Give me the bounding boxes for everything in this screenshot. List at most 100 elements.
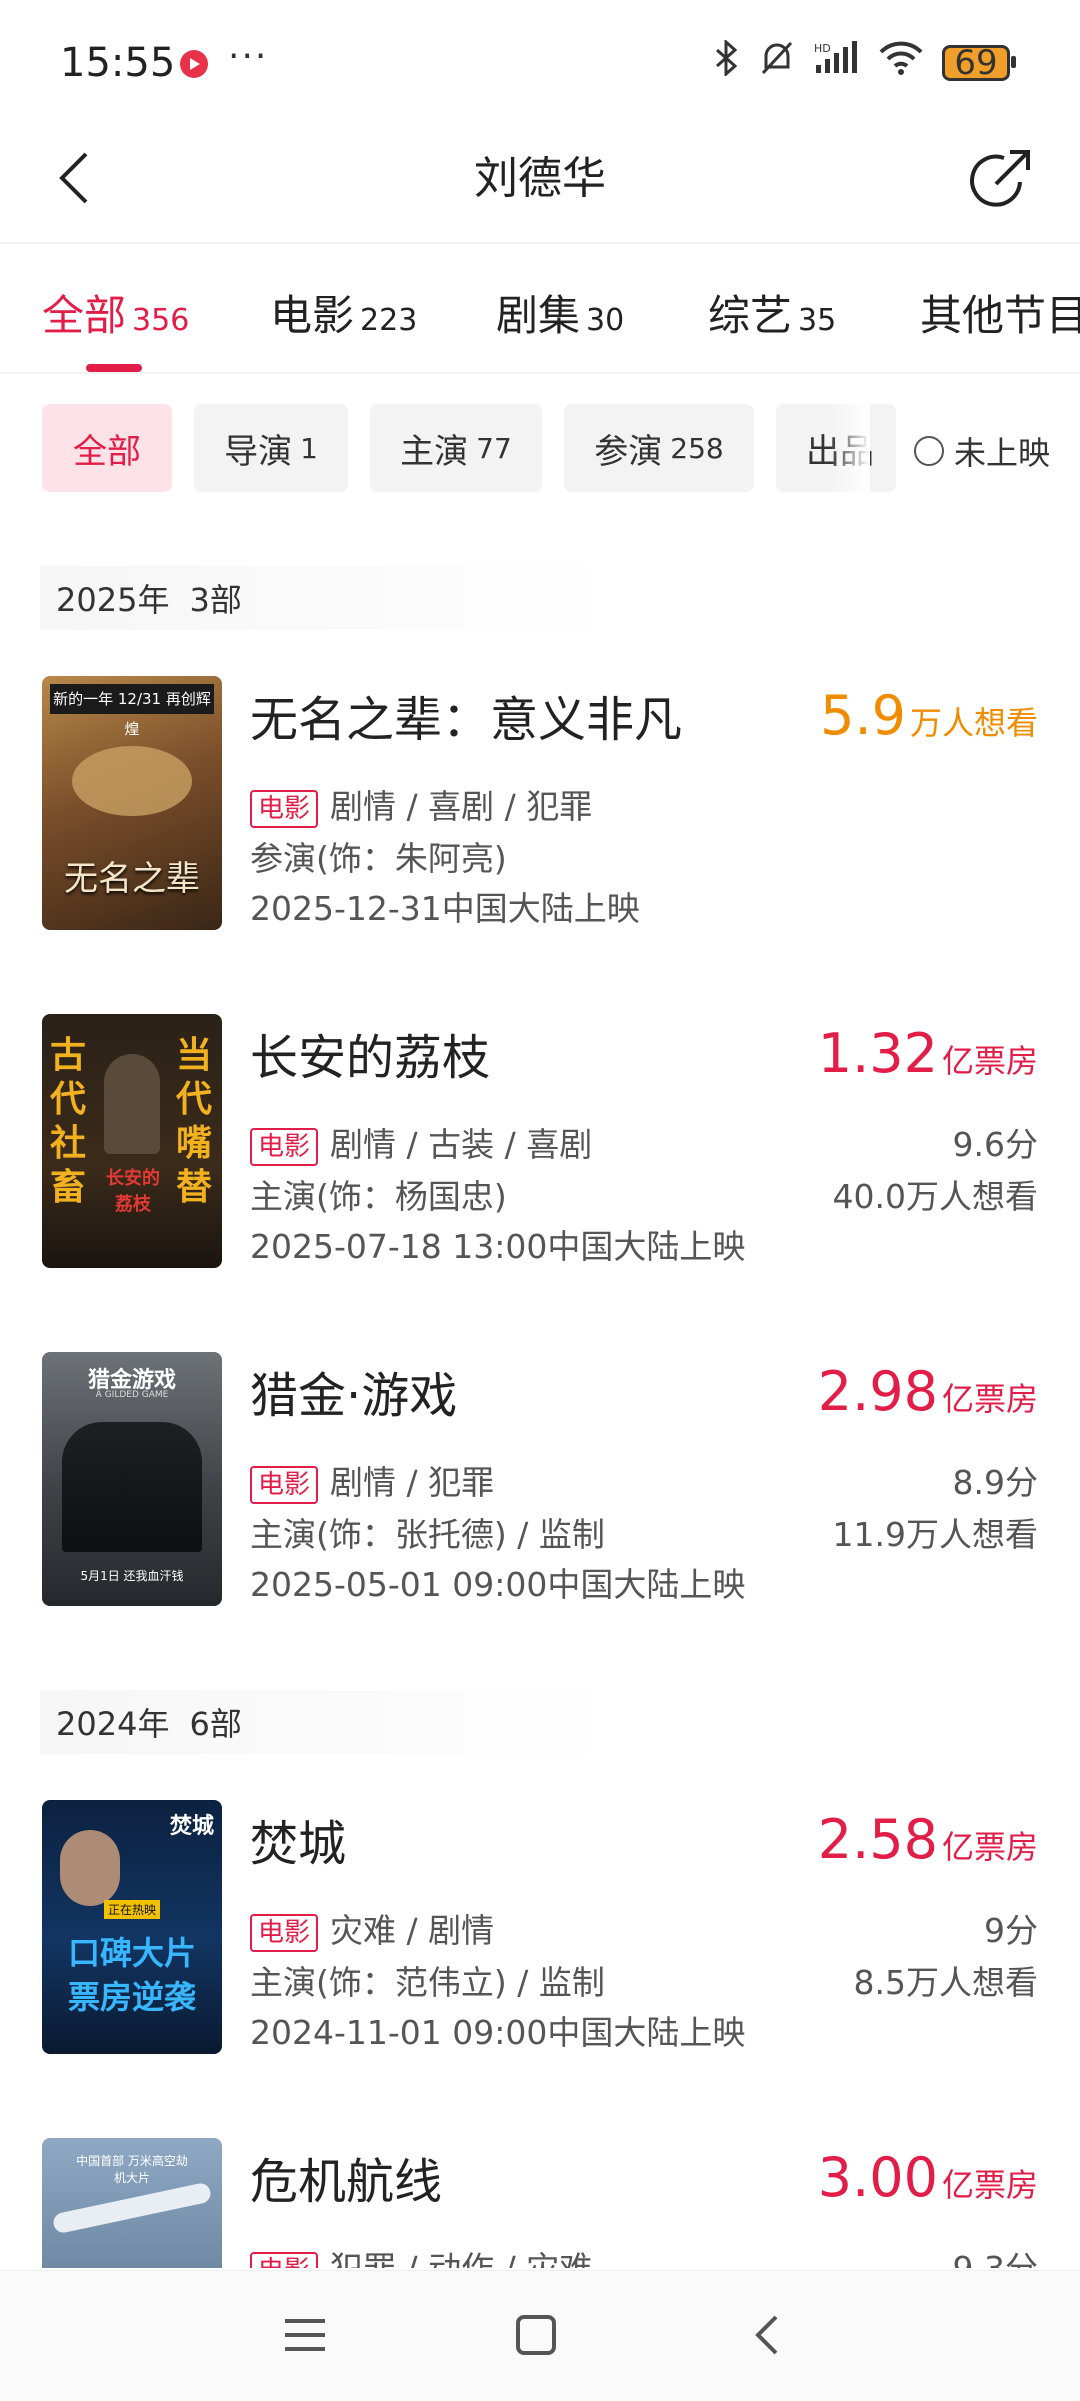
movie-genres-row: 电影 剧情 / 喜剧 / 犯罪 [250,780,592,828]
system-nav-bar [0,2270,1080,2401]
radio-icon [914,436,944,466]
battery-level: 69 [954,42,998,83]
box-office: 2.98 亿票房 [818,1360,1038,1423]
filter-all[interactable]: 全部 [42,404,172,492]
wifi-icon [878,40,924,85]
box-office-number: 3.00 [817,2146,938,2209]
year-header-2024: 2024年 6部 [40,1690,616,1754]
want-count: 5.9 万人想看 [820,684,1038,747]
movie-item[interactable]: 猎金游戏 A GILDED GAME 5月1日 还我血汗钱 猎金·游戏 2.98… [0,1352,1080,1612]
movie-want: 8.5万人想看 [853,1963,1038,2002]
box-office-unit: 亿票房 [941,2166,1038,2204]
movie-score: 8.9分 [952,1463,1038,1502]
home-icon[interactable] [506,2305,566,2365]
movie-poster[interactable]: 焚城 正在热映 口碑大片 票房逆袭 [42,1800,222,2054]
poster-tagline: 新的一年 12/31 再创辉煌 [50,684,214,738]
movie-item[interactable]: 新的一年 12/31 再创辉煌 无名之辈 无名之辈：意义非凡 5.9 万人想看 电… [0,676,1080,936]
movie-genres: 剧情 / 古装 / 喜剧 [330,1125,593,1164]
menu-icon[interactable] [275,2305,335,2365]
want-unit: 万人想看 [909,704,1038,742]
movie-item[interactable]: 中国首部 万米高空劫机大片 危机航线 3.00亿票房 电影犯罪 / 动作 / 灾… [0,2138,1080,2268]
movie-score: 9.3分 [953,2242,1038,2268]
tab-series[interactable]: 剧集 30 [496,282,624,343]
share-icon[interactable] [966,144,1036,214]
movie-item[interactable]: 古代社畜 当代嘴替 长安的荔枝 长安的荔枝 1.32 亿票房 电影 剧情 / 古装 … [0,1014,1080,1274]
tab-count: 223 [360,303,418,338]
poster-tagline: 中国首部 万米高空劫机大片 [76,2154,188,2185]
movie-genres: 犯罪 / 动作 / 灾难 [330,2249,592,2268]
filter-count: 258 [670,431,724,465]
box-office-unit: 亿票房 [941,1828,1038,1866]
movie-genres: 剧情 / 喜剧 / 犯罪 [330,787,593,826]
filter-director[interactable]: 导演 1 [194,404,348,492]
movie-poster[interactable]: 新的一年 12/31 再创辉煌 无名之辈 [42,676,222,930]
filter-count: 77 [476,431,512,465]
box-office: 3.00 亿票房 [818,2146,1038,2209]
battery-icon: 69 [942,42,1016,83]
poster-date: 5月1日 还我血汗钱 [80,1569,184,1583]
movie-poster[interactable]: 古代社畜 当代嘴替 长安的荔枝 [42,1014,222,1268]
year-header-2025: 2025年 3部 [40,566,616,630]
filter-lead[interactable]: 主演 77 [370,404,542,492]
filter-support[interactable]: 参演 258 [564,404,754,492]
bluetooth-icon [714,38,740,85]
movie-release: 2025-12-31中国大陆上映 [250,889,640,928]
box-office-number: 1.32 [817,1022,938,1085]
tab-label: 全部 [42,291,127,340]
box-office: 2.58 亿票房 [818,1808,1038,1871]
status-time: 15:55 [60,40,176,86]
tab-count: 35 [798,303,837,338]
filter-label: 导演 [224,431,293,472]
movie-poster[interactable]: 猎金游戏 A GILDED GAME 5月1日 还我血汗钱 [42,1352,222,1606]
movie-title: 猎金·游戏 [250,1368,458,1424]
poster-left-text: 古代社畜 [50,1035,87,1208]
year-label: 2025年 [56,581,170,619]
movie-release: 2025-07-18 13:00中国大陆上映 [250,1227,746,1266]
movie-genres: 剧情 / 犯罪 [330,1463,495,1502]
type-tag: 电影 [250,1127,319,1166]
tab-all[interactable]: 全部 356 [42,282,189,343]
movie-genres-row: 电影 剧情 / 古装 / 喜剧 [250,1118,592,1166]
movie-role: 主演(饰：杨国忠) [250,1177,507,1216]
movie-genres: 灾难 / 剧情 [330,1911,495,1950]
category-tabs: 全部 356 电影 223 剧集 30 综艺 35 其他节目 [0,244,1080,374]
movie-poster[interactable]: 中国首部 万米高空劫机大片 [42,2138,222,2268]
movie-role: 主演(饰：张托德) / 监制 [250,1515,605,1554]
tab-label: 剧集 [496,291,581,340]
movie-title: 长安的荔枝 [250,1030,491,1086]
filter-label: 参演 [594,431,663,472]
tab-movies[interactable]: 电影 223 [270,282,417,343]
poster-figure [104,1054,160,1154]
year-label: 2024年 [56,1705,170,1743]
signal-icon: HD [814,41,860,84]
filter-fade-overlay [830,404,870,492]
poster-subtitle: A GILDED GAME [95,1390,169,1400]
unreleased-toggle[interactable]: 未上映 [910,428,1051,474]
movie-title: 焚城 [250,1816,347,1872]
type-tag: 电影 [250,1913,319,1952]
tab-label: 其他节目 [920,291,1080,340]
tab-count: 30 [586,303,625,338]
more-notifications-icon: ··· [228,36,269,77]
active-tab-indicator [86,364,142,372]
poster-figure-group [62,1422,202,1552]
tab-variety[interactable]: 综艺 35 [708,282,836,343]
back-icon[interactable] [738,2305,798,2365]
filter-label: 全部 [73,431,141,472]
movie-score: 9.6分 [952,1125,1038,1164]
tab-label: 综艺 [708,291,793,340]
box-office: 1.32 亿票房 [818,1022,1038,1085]
status-bar: 15:55 ··· HD 69 [0,0,1080,120]
movie-genres-row: 电影犯罪 / 动作 / 灾难 [250,2242,592,2268]
poster-figure [60,1830,120,1906]
tab-count: 356 [132,303,190,338]
movie-genres-row: 电影 剧情 / 犯罪 [250,1456,494,1504]
want-number: 5.9 [820,684,906,747]
movie-want: 40.0万人想看 [832,1177,1038,1216]
movie-title: 无名之辈：意义非凡 [250,692,683,748]
movie-release: 2025-05-01 09:00中国大陆上映 [250,1565,746,1604]
movie-role: 参演(饰：朱阿亮) [250,839,507,878]
tab-other[interactable]: 其他节目 [920,282,1080,343]
movie-item[interactable]: 焚城 正在热映 口碑大片 票房逆袭 焚城 2.58 亿票房 电影 灾难 / 剧情 9… [0,1800,1080,2060]
movie-role: 主演(饰：范伟立) / 监制 [250,1963,605,2002]
